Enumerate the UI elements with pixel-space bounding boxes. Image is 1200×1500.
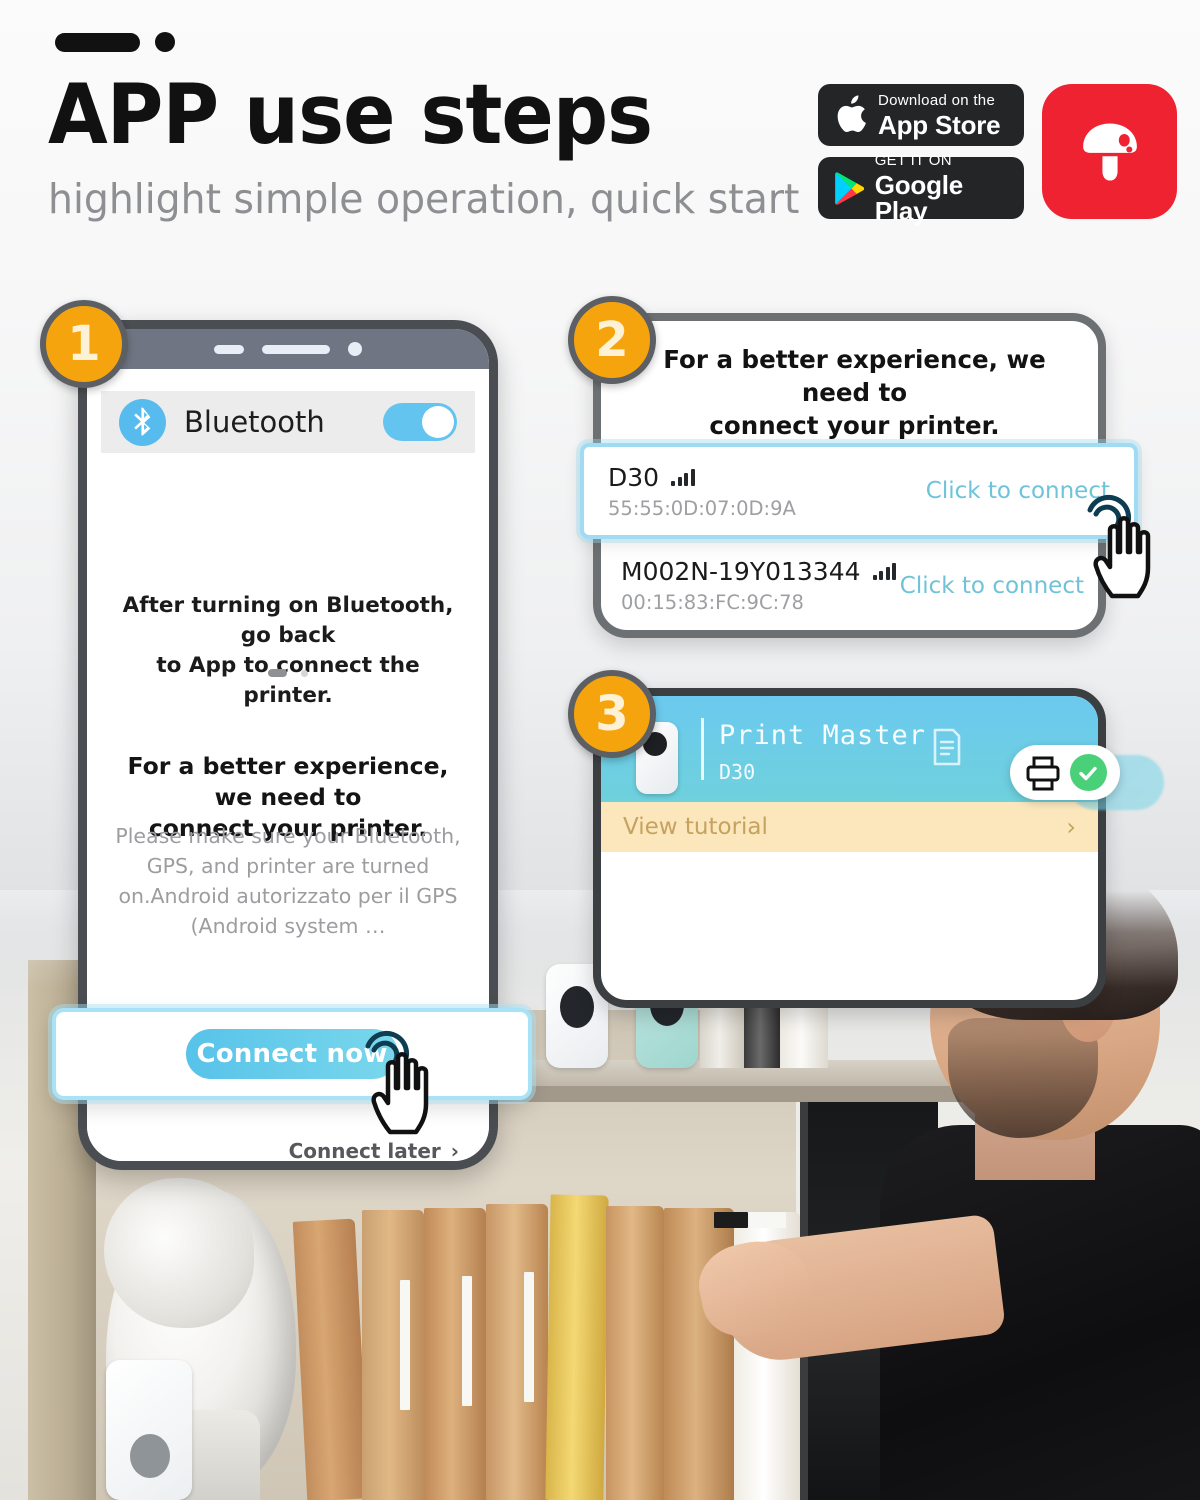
device-mac-2: 00:15:83:FC:9C:78: [621, 591, 804, 614]
signal-bars-icon: [872, 563, 897, 580]
page-title-rest: use steps: [218, 66, 653, 163]
printer-name: Print Master: [719, 720, 927, 751]
app-store-text: Download on the App Store: [878, 91, 1001, 140]
app-icon-tile[interactable]: [1042, 84, 1177, 219]
check-circle-icon: [1069, 754, 1107, 791]
apple-icon: [837, 95, 866, 133]
phone-status-bar: [87, 329, 489, 369]
step-badge-3: 3: [568, 670, 656, 758]
view-tutorial-label: View tutorial: [623, 814, 768, 840]
view-tutorial-row[interactable]: View tutorial ›: [601, 802, 1098, 852]
check-glyph-icon: [1079, 766, 1097, 780]
signal-bars-icon: [671, 468, 695, 486]
device-name-label-2: M002N-19Y013344: [621, 557, 861, 586]
page-subtitle: highlight simple operation, quick start: [48, 175, 800, 223]
google-play-text: GET IT ON Google Play: [875, 153, 1008, 224]
step3-card: Print Master D30 View tutorial ›: [593, 688, 1106, 1008]
step1-body-text: Please make sure your Bluetooth, GPS, an…: [115, 824, 461, 938]
step-badge-2: 2: [568, 296, 656, 384]
printer-icon: [1026, 756, 1059, 790]
decor-dot-icon: [155, 32, 175, 52]
device-name-1: D30: [608, 463, 796, 492]
carousel-dot-active[interactable]: [268, 669, 287, 677]
bluetooth-label: Bluetooth: [184, 405, 325, 439]
document-icon[interactable]: [931, 728, 963, 766]
printer-status-pill[interactable]: [1010, 745, 1120, 800]
device-name-label-1: D30: [608, 462, 660, 492]
click-to-connect-2[interactable]: Click to connect: [900, 573, 1084, 599]
google-play-icon: [835, 171, 864, 205]
infographic-stage: APP use steps highlight simple operation…: [0, 0, 1200, 1500]
device-info-1: D30 55:55:0D:07:0D:9A: [608, 463, 796, 520]
step1-instruction: After turning on Bluetooth, go back to Ap…: [122, 593, 454, 708]
phone-camera-icon: [348, 342, 362, 356]
step-number-2: 2: [595, 312, 629, 368]
carousel-dot[interactable]: [301, 669, 308, 677]
step-badge-1: 1: [40, 300, 128, 388]
connect-later-link[interactable]: Connect later ›: [288, 1139, 459, 1163]
google-play-large: Google Play: [874, 169, 964, 226]
app-store-small: Download on the: [878, 91, 996, 109]
divider: [701, 718, 704, 780]
device-row-2[interactable]: M002N-19Y013344 00:15:83:FC:9C:78 Click …: [621, 557, 1084, 614]
device-name-2: M002N-19Y013344: [621, 557, 897, 586]
page-title: APP use steps: [48, 72, 653, 158]
toggle-knob: [422, 406, 454, 438]
phone-sensor-icon: [214, 344, 244, 354]
bluetooth-toggle[interactable]: [383, 403, 457, 441]
device-info-2: M002N-19Y013344 00:15:83:FC:9C:78: [621, 557, 897, 614]
connect-later-label: Connect later: [288, 1139, 441, 1163]
bluetooth-icon: [119, 398, 166, 446]
connect-now-callout: Connect now: [52, 1008, 532, 1100]
step2-title: For a better experience, we need to conne…: [663, 345, 1046, 440]
page-title-bold: APP: [48, 66, 219, 163]
hand-cursor-icon: [371, 1052, 429, 1135]
google-play-badge[interactable]: GET IT ON Google Play: [818, 153, 1024, 224]
hand-cursor-icon: [1093, 516, 1151, 599]
bluetooth-setting-row[interactable]: Bluetooth: [101, 391, 475, 453]
phone-speaker-icon: [262, 344, 330, 354]
printer-model: D30: [719, 760, 756, 784]
carousel-dots[interactable]: [87, 669, 489, 677]
app-store-large: App Store: [878, 109, 1001, 140]
app-store-badge[interactable]: Download on the App Store: [818, 84, 1024, 146]
decor-dash-icon: [55, 33, 140, 52]
device-mac-1: 55:55:0D:07:0D:9A: [608, 496, 796, 520]
step-number-3: 3: [595, 686, 629, 742]
step-number-1: 1: [67, 316, 101, 372]
bluetooth-glyph-icon: [134, 407, 151, 436]
mushroom-app-icon: [1082, 122, 1137, 181]
chevron-right-icon: ›: [1066, 813, 1076, 841]
device-row-1-highlighted[interactable]: D30 55:55:0D:07:0D:9A Click to connect: [580, 443, 1138, 539]
chevron-right-icon: ›: [450, 1139, 459, 1163]
google-play-small: GET IT ON: [874, 151, 952, 169]
